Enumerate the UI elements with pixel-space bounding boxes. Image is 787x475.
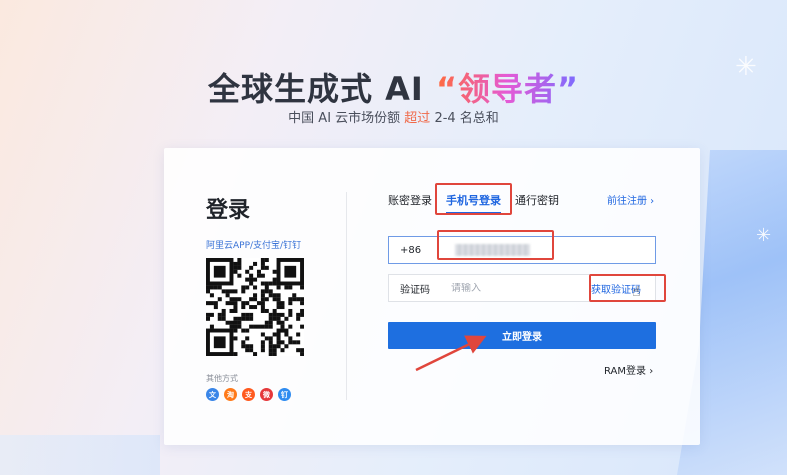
verification-code-field: 验证码 获取验证码 xyxy=(388,274,656,302)
headline-accent: “领导者” xyxy=(435,70,580,108)
phone-field[interactable]: +86 xyxy=(388,236,656,264)
headline-main: 全球生成式 AI xyxy=(207,70,436,108)
other-methods-label: 其他方式 xyxy=(206,374,238,383)
wen-icon[interactable]: 文 xyxy=(206,388,219,401)
verification-code-input[interactable] xyxy=(451,282,581,294)
get-code-button[interactable]: 获取验证码 xyxy=(591,281,641,296)
country-code[interactable]: +86 xyxy=(389,245,449,256)
qr-code-image xyxy=(206,258,304,356)
tab-2[interactable]: 通行密钥 xyxy=(515,192,559,212)
decorative-shape xyxy=(0,435,160,475)
subline-accent: 超过 xyxy=(404,111,431,126)
subline-suffix: 2-4 名总和 xyxy=(430,111,499,126)
ram-login-link[interactable]: RAM登录 › xyxy=(604,362,653,377)
social-login-list: 文淘支微钉 xyxy=(206,388,291,401)
verification-code-label: 验证码 xyxy=(400,284,430,296)
page-subline: 中国 AI 云市场份额 超过 2-4 名总和 xyxy=(0,107,787,126)
column-divider xyxy=(346,192,347,400)
app-scan-hint: 阿里云APP/支付宝/钉钉 xyxy=(206,241,302,251)
login-card: 登录 阿里云APP/支付宝/钉钉 其他方式 文淘支微钉 账密登录 手机号登录 通行密… xyxy=(164,148,700,445)
weibo-icon[interactable]: 微 xyxy=(260,388,273,401)
login-submit-button[interactable]: 立即登录 xyxy=(388,322,656,349)
taobao-icon[interactable]: 淘 xyxy=(224,388,237,401)
login-tabs: 账密登录 手机号登录 通行密钥 xyxy=(388,192,573,214)
dingtalk-icon[interactable]: 钉 xyxy=(278,388,291,401)
register-link[interactable]: 前往注册 › xyxy=(607,192,654,207)
phone-number-value[interactable] xyxy=(455,244,530,256)
sparkle-icon: ✳ xyxy=(756,225,772,246)
subline-prefix: 中国 AI 云市场份额 xyxy=(288,111,405,126)
login-title: 登录 xyxy=(206,198,251,223)
qr-code[interactable] xyxy=(206,258,304,356)
page-headline: 全球生成式 AI “领导者” xyxy=(0,64,787,110)
tab-0[interactable]: 账密登录 xyxy=(388,192,432,212)
alipay-icon[interactable]: 支 xyxy=(242,388,255,401)
tab-1[interactable]: 手机号登录 xyxy=(446,192,501,214)
